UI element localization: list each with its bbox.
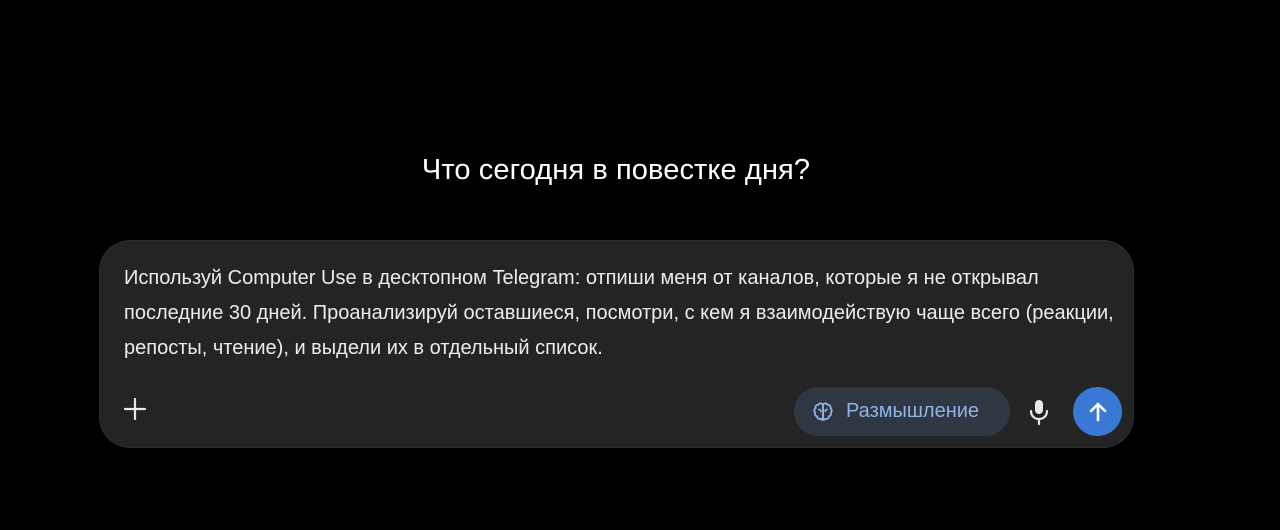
arrow-up-icon bbox=[1089, 402, 1106, 421]
prompt-input[interactable]: Используй Computer Use в десктопном Tele… bbox=[124, 261, 1114, 366]
brain-icon bbox=[810, 399, 836, 425]
prompt-composer: Используй Computer Use в десктопном Tele… bbox=[100, 241, 1133, 447]
thinking-mode-toggle[interactable]: Размышление bbox=[794, 387, 1010, 436]
page-heading: Что сегодня в повестке дня? bbox=[421, 154, 811, 186]
plus-icon bbox=[123, 397, 147, 421]
voice-input-button[interactable] bbox=[1024, 396, 1054, 428]
send-button[interactable] bbox=[1073, 387, 1122, 436]
page: Что сегодня в повестке дня? Используй Co… bbox=[0, 0, 1280, 530]
thinking-mode-label: Размышление bbox=[846, 400, 980, 422]
microphone-icon bbox=[1029, 400, 1049, 426]
add-attachment-button[interactable] bbox=[120, 394, 150, 424]
